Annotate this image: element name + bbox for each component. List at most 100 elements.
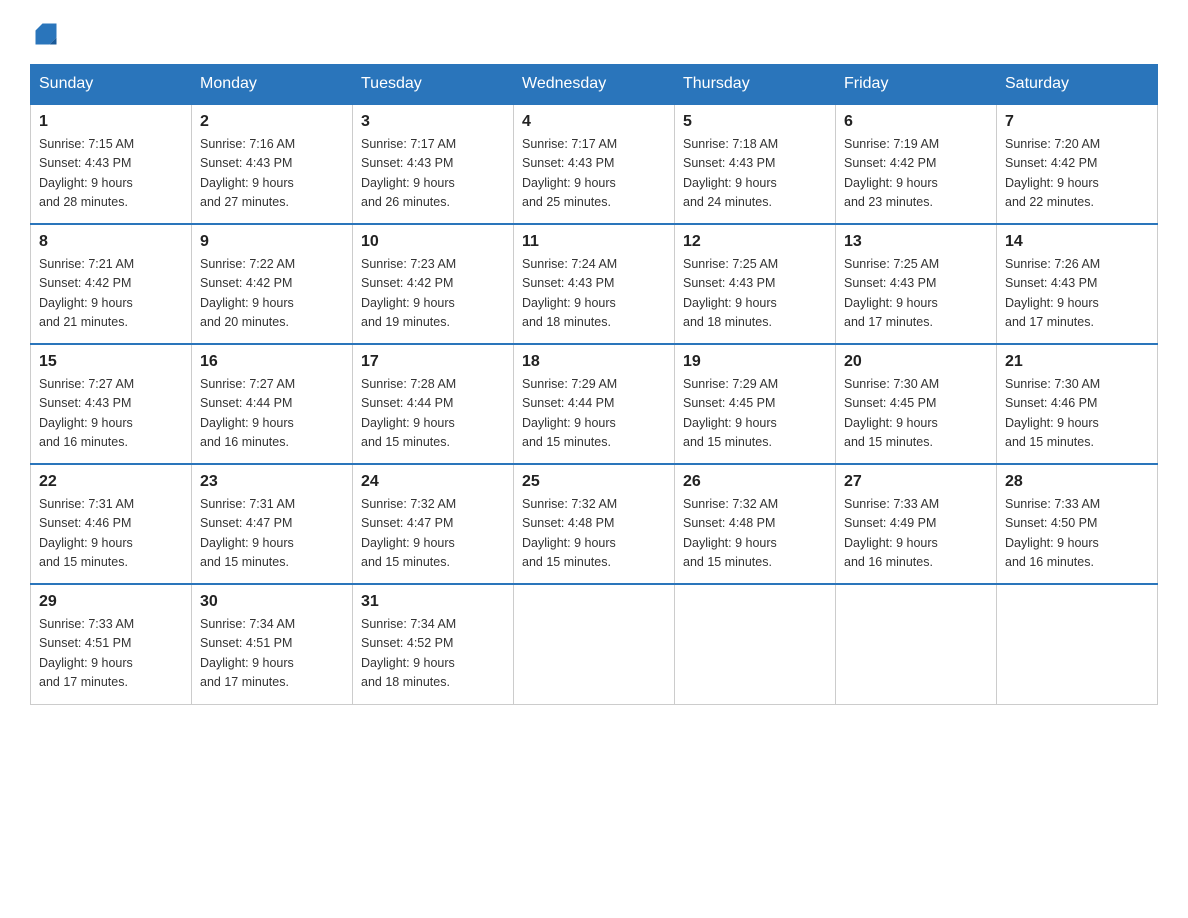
calendar-cell-w4-d2: 23 Sunrise: 7:31 AM Sunset: 4:47 PM Dayl… <box>192 464 353 584</box>
week-row-3: 15 Sunrise: 7:27 AM Sunset: 4:43 PM Dayl… <box>31 344 1158 464</box>
calendar-table: SundayMondayTuesdayWednesdayThursdayFrid… <box>30 64 1158 705</box>
day-number: 24 <box>361 473 505 491</box>
calendar-cell-w5-d2: 30 Sunrise: 7:34 AM Sunset: 4:51 PM Dayl… <box>192 584 353 704</box>
calendar-cell-w2-d6: 13 Sunrise: 7:25 AM Sunset: 4:43 PM Dayl… <box>836 224 997 344</box>
day-info: Sunrise: 7:22 AM Sunset: 4:42 PM Dayligh… <box>200 255 344 333</box>
day-number: 11 <box>522 233 666 251</box>
day-info: Sunrise: 7:20 AM Sunset: 4:42 PM Dayligh… <box>1005 135 1149 213</box>
calendar-cell-w3-d3: 17 Sunrise: 7:28 AM Sunset: 4:44 PM Dayl… <box>353 344 514 464</box>
calendar-cell-w4-d6: 27 Sunrise: 7:33 AM Sunset: 4:49 PM Dayl… <box>836 464 997 584</box>
header-wednesday: Wednesday <box>514 65 675 105</box>
day-info: Sunrise: 7:34 AM Sunset: 4:51 PM Dayligh… <box>200 615 344 693</box>
day-number: 26 <box>683 473 827 491</box>
day-info: Sunrise: 7:15 AM Sunset: 4:43 PM Dayligh… <box>39 135 183 213</box>
day-info: Sunrise: 7:16 AM Sunset: 4:43 PM Dayligh… <box>200 135 344 213</box>
day-number: 6 <box>844 113 988 131</box>
day-info: Sunrise: 7:17 AM Sunset: 4:43 PM Dayligh… <box>361 135 505 213</box>
logo-icon <box>32 20 60 48</box>
calendar-cell-w5-d7 <box>997 584 1158 704</box>
day-number: 29 <box>39 593 183 611</box>
day-number: 2 <box>200 113 344 131</box>
page-header <box>30 20 1158 44</box>
calendar-cell-w3-d1: 15 Sunrise: 7:27 AM Sunset: 4:43 PM Dayl… <box>31 344 192 464</box>
day-info: Sunrise: 7:29 AM Sunset: 4:44 PM Dayligh… <box>522 375 666 453</box>
calendar-cell-w5-d4 <box>514 584 675 704</box>
day-number: 10 <box>361 233 505 251</box>
day-info: Sunrise: 7:24 AM Sunset: 4:43 PM Dayligh… <box>522 255 666 333</box>
header-tuesday: Tuesday <box>353 65 514 105</box>
day-number: 8 <box>39 233 183 251</box>
day-number: 20 <box>844 353 988 371</box>
day-number: 25 <box>522 473 666 491</box>
day-info: Sunrise: 7:25 AM Sunset: 4:43 PM Dayligh… <box>844 255 988 333</box>
day-number: 3 <box>361 113 505 131</box>
day-info: Sunrise: 7:27 AM Sunset: 4:44 PM Dayligh… <box>200 375 344 453</box>
calendar-cell-w2-d1: 8 Sunrise: 7:21 AM Sunset: 4:42 PM Dayli… <box>31 224 192 344</box>
day-number: 9 <box>200 233 344 251</box>
calendar-cell-w4-d4: 25 Sunrise: 7:32 AM Sunset: 4:48 PM Dayl… <box>514 464 675 584</box>
day-number: 17 <box>361 353 505 371</box>
calendar-cell-w1-d2: 2 Sunrise: 7:16 AM Sunset: 4:43 PM Dayli… <box>192 104 353 224</box>
calendar-cell-w2-d2: 9 Sunrise: 7:22 AM Sunset: 4:42 PM Dayli… <box>192 224 353 344</box>
calendar-header-row: SundayMondayTuesdayWednesdayThursdayFrid… <box>31 65 1158 105</box>
day-info: Sunrise: 7:28 AM Sunset: 4:44 PM Dayligh… <box>361 375 505 453</box>
day-number: 31 <box>361 593 505 611</box>
day-info: Sunrise: 7:31 AM Sunset: 4:47 PM Dayligh… <box>200 495 344 573</box>
day-info: Sunrise: 7:32 AM Sunset: 4:47 PM Dayligh… <box>361 495 505 573</box>
day-info: Sunrise: 7:33 AM Sunset: 4:49 PM Dayligh… <box>844 495 988 573</box>
day-number: 14 <box>1005 233 1149 251</box>
calendar-cell-w5-d6 <box>836 584 997 704</box>
day-number: 5 <box>683 113 827 131</box>
week-row-4: 22 Sunrise: 7:31 AM Sunset: 4:46 PM Dayl… <box>31 464 1158 584</box>
day-number: 15 <box>39 353 183 371</box>
day-number: 16 <box>200 353 344 371</box>
header-monday: Monday <box>192 65 353 105</box>
day-number: 27 <box>844 473 988 491</box>
calendar-cell-w5-d5 <box>675 584 836 704</box>
day-info: Sunrise: 7:18 AM Sunset: 4:43 PM Dayligh… <box>683 135 827 213</box>
day-info: Sunrise: 7:25 AM Sunset: 4:43 PM Dayligh… <box>683 255 827 333</box>
day-number: 7 <box>1005 113 1149 131</box>
day-number: 28 <box>1005 473 1149 491</box>
day-number: 23 <box>200 473 344 491</box>
day-number: 13 <box>844 233 988 251</box>
calendar-cell-w3-d7: 21 Sunrise: 7:30 AM Sunset: 4:46 PM Dayl… <box>997 344 1158 464</box>
calendar-cell-w1-d3: 3 Sunrise: 7:17 AM Sunset: 4:43 PM Dayli… <box>353 104 514 224</box>
day-number: 4 <box>522 113 666 131</box>
header-sunday: Sunday <box>31 65 192 105</box>
calendar-cell-w1-d6: 6 Sunrise: 7:19 AM Sunset: 4:42 PM Dayli… <box>836 104 997 224</box>
day-info: Sunrise: 7:27 AM Sunset: 4:43 PM Dayligh… <box>39 375 183 453</box>
calendar-cell-w3-d5: 19 Sunrise: 7:29 AM Sunset: 4:45 PM Dayl… <box>675 344 836 464</box>
week-row-2: 8 Sunrise: 7:21 AM Sunset: 4:42 PM Dayli… <box>31 224 1158 344</box>
day-number: 30 <box>200 593 344 611</box>
calendar-cell-w5-d1: 29 Sunrise: 7:33 AM Sunset: 4:51 PM Dayl… <box>31 584 192 704</box>
calendar-cell-w3-d2: 16 Sunrise: 7:27 AM Sunset: 4:44 PM Dayl… <box>192 344 353 464</box>
day-info: Sunrise: 7:30 AM Sunset: 4:45 PM Dayligh… <box>844 375 988 453</box>
day-info: Sunrise: 7:32 AM Sunset: 4:48 PM Dayligh… <box>683 495 827 573</box>
day-number: 21 <box>1005 353 1149 371</box>
week-row-1: 1 Sunrise: 7:15 AM Sunset: 4:43 PM Dayli… <box>31 104 1158 224</box>
day-info: Sunrise: 7:31 AM Sunset: 4:46 PM Dayligh… <box>39 495 183 573</box>
day-info: Sunrise: 7:29 AM Sunset: 4:45 PM Dayligh… <box>683 375 827 453</box>
calendar-cell-w4-d7: 28 Sunrise: 7:33 AM Sunset: 4:50 PM Dayl… <box>997 464 1158 584</box>
calendar-cell-w3-d4: 18 Sunrise: 7:29 AM Sunset: 4:44 PM Dayl… <box>514 344 675 464</box>
calendar-cell-w1-d7: 7 Sunrise: 7:20 AM Sunset: 4:42 PM Dayli… <box>997 104 1158 224</box>
header-friday: Friday <box>836 65 997 105</box>
day-number: 19 <box>683 353 827 371</box>
day-info: Sunrise: 7:19 AM Sunset: 4:42 PM Dayligh… <box>844 135 988 213</box>
calendar-cell-w4-d5: 26 Sunrise: 7:32 AM Sunset: 4:48 PM Dayl… <box>675 464 836 584</box>
calendar-cell-w1-d4: 4 Sunrise: 7:17 AM Sunset: 4:43 PM Dayli… <box>514 104 675 224</box>
day-info: Sunrise: 7:21 AM Sunset: 4:42 PM Dayligh… <box>39 255 183 333</box>
calendar-cell-w2-d3: 10 Sunrise: 7:23 AM Sunset: 4:42 PM Dayl… <box>353 224 514 344</box>
day-info: Sunrise: 7:33 AM Sunset: 4:51 PM Dayligh… <box>39 615 183 693</box>
calendar-cell-w5-d3: 31 Sunrise: 7:34 AM Sunset: 4:52 PM Dayl… <box>353 584 514 704</box>
week-row-5: 29 Sunrise: 7:33 AM Sunset: 4:51 PM Dayl… <box>31 584 1158 704</box>
header-saturday: Saturday <box>997 65 1158 105</box>
header-thursday: Thursday <box>675 65 836 105</box>
calendar-cell-w3-d6: 20 Sunrise: 7:30 AM Sunset: 4:45 PM Dayl… <box>836 344 997 464</box>
day-info: Sunrise: 7:17 AM Sunset: 4:43 PM Dayligh… <box>522 135 666 213</box>
day-info: Sunrise: 7:26 AM Sunset: 4:43 PM Dayligh… <box>1005 255 1149 333</box>
day-info: Sunrise: 7:23 AM Sunset: 4:42 PM Dayligh… <box>361 255 505 333</box>
calendar-cell-w4-d3: 24 Sunrise: 7:32 AM Sunset: 4:47 PM Dayl… <box>353 464 514 584</box>
day-info: Sunrise: 7:33 AM Sunset: 4:50 PM Dayligh… <box>1005 495 1149 573</box>
